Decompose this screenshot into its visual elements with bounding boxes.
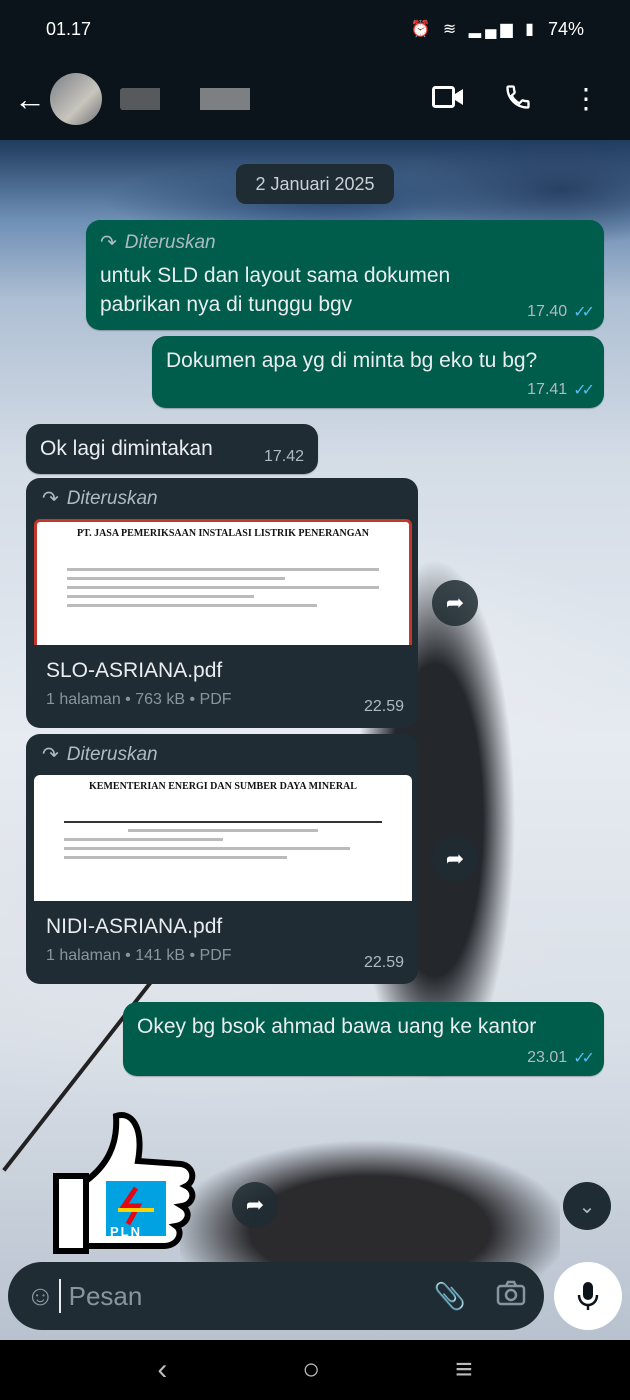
sticker-icon[interactable]: ☺ xyxy=(26,1280,59,1312)
message-text: untuk SLD dan layout sama dokumen pabrik… xyxy=(100,264,451,316)
forwarded-label: Diteruskan xyxy=(66,487,158,509)
chevron-double-down-icon: ⌄ xyxy=(578,1195,596,1218)
document-name: SLO-ASRIANA.pdf xyxy=(46,659,223,682)
forwarded-icon: ↷ xyxy=(100,232,117,254)
message-text: Dokumen apa yg di minta bg eko tu bg? xyxy=(166,349,538,372)
read-ticks-icon: ✓✓ xyxy=(573,1050,595,1067)
avatar[interactable] xyxy=(50,73,102,125)
forward-button[interactable]: ➦ xyxy=(232,1182,278,1228)
document-message[interactable]: ↷ Diteruskan PT. JASA PEMERIKSAAN INSTAL… xyxy=(26,478,418,728)
read-ticks-icon: ✓✓ xyxy=(573,382,595,399)
nav-home-icon[interactable]: ○ xyxy=(302,1353,320,1387)
back-arrow-icon[interactable]: ← xyxy=(14,81,50,118)
system-nav-bar: ‹ ○ ≡ xyxy=(0,1340,630,1400)
message-bubble[interactable]: Ok lagi dimintakan 17.42 xyxy=(26,424,318,474)
sticker-text: PLN xyxy=(110,1224,142,1239)
document-thumbnail[interactable]: KEMENTERIAN ENERGI DAN SUMBER DAYA MINER… xyxy=(34,775,412,901)
date-chip: 2 Januari 2025 xyxy=(236,164,394,204)
forwarded-label: Diteruskan xyxy=(66,743,158,765)
more-vertical-icon[interactable]: ⋮ xyxy=(572,85,600,113)
paperclip-icon[interactable]: 📎 xyxy=(434,1281,466,1312)
document-message[interactable]: ↷ Diteruskan KEMENTERIAN ENERGI DAN SUMB… xyxy=(26,734,418,984)
message-input[interactable] xyxy=(58,1279,404,1313)
video-call-icon[interactable] xyxy=(432,85,464,114)
message-time: 22.59 xyxy=(363,698,404,715)
nav-recents-icon[interactable]: ≡ xyxy=(455,1353,473,1387)
status-icons: ⏰ ≋ ▂▄▆ ▮ xyxy=(410,21,538,38)
message-time: 22.59 xyxy=(363,954,404,971)
message-bubble[interactable]: Dokumen apa yg di minta bg eko tu bg? 17… xyxy=(152,336,604,408)
read-ticks-icon: ✓✓ xyxy=(573,304,595,321)
status-time: 01.17 xyxy=(46,18,92,39)
document-thumbnail[interactable]: PT. JASA PEMERIKSAAN INSTALASI LISTRIK P… xyxy=(34,519,412,645)
chat-header: ← ⋮ xyxy=(0,58,630,140)
thumbnail-title: PT. JASA PEMERIKSAAN INSTALASI LISTRIK P… xyxy=(77,528,369,539)
thumbs-up-sticker[interactable]: PLN xyxy=(46,1106,196,1256)
microphone-button[interactable] xyxy=(554,1262,622,1330)
message-composer: ☺ 📎 xyxy=(8,1262,544,1330)
message-time: 23.01 xyxy=(527,1049,568,1066)
document-info: 1 halaman • 763 kB • PDF xyxy=(46,691,232,708)
message-time: 17.42 xyxy=(263,448,304,465)
message-bubble[interactable]: ↷ Diteruskan untuk SLD dan layout sama d… xyxy=(86,220,604,330)
forward-button[interactable]: ➦ xyxy=(432,836,478,882)
message-bubble[interactable]: Okey bg bsok ahmad bawa uang ke kantor 2… xyxy=(123,1002,604,1076)
message-text: Okey bg bsok ahmad bawa uang ke kantor xyxy=(137,1015,537,1038)
forwarded-icon: ↷ xyxy=(42,744,59,766)
camera-icon[interactable] xyxy=(496,1280,526,1313)
phone-icon[interactable] xyxy=(504,83,532,116)
battery-level: 74% xyxy=(547,18,584,39)
document-info: 1 halaman • 141 kB • PDF xyxy=(46,947,232,964)
forward-button[interactable]: ➦ xyxy=(432,580,478,626)
contact-name[interactable] xyxy=(120,88,270,110)
forwarded-icon: ↷ xyxy=(42,488,59,510)
nav-back-icon[interactable]: ‹ xyxy=(157,1353,167,1387)
forwarded-label: Diteruskan xyxy=(124,231,216,253)
status-bar: 01.17 ⏰ ≋ ▂▄▆ ▮ 74% xyxy=(0,0,630,58)
microphone-icon xyxy=(577,1282,599,1310)
thumbnail-title: KEMENTERIAN ENERGI DAN SUMBER DAYA MINER… xyxy=(89,781,357,792)
document-name: NIDI-ASRIANA.pdf xyxy=(46,915,223,938)
message-time: 17.40 xyxy=(527,303,568,320)
message-time: 17.41 xyxy=(527,381,568,398)
scroll-to-bottom-button[interactable]: ⌄ xyxy=(563,1182,611,1230)
